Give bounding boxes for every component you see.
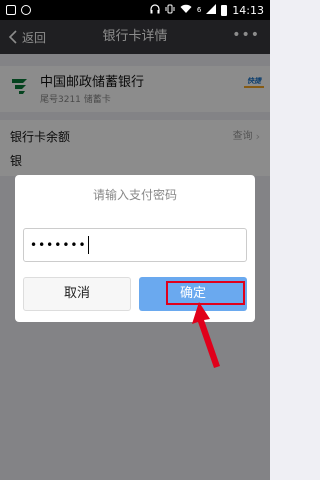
battery-icon	[221, 4, 228, 16]
network-type: 6	[196, 6, 202, 14]
clock: 14:13	[232, 3, 264, 17]
vibrate-icon	[165, 4, 175, 17]
text-caret	[87, 236, 89, 254]
password-input[interactable]: •••••••	[23, 228, 247, 262]
signal-icon	[206, 3, 217, 17]
status-bar: 6 14:13	[0, 0, 270, 20]
headphone-icon	[150, 3, 160, 17]
arrow-pointer-icon	[192, 302, 220, 368]
cancel-button[interactable]: 取消	[23, 277, 131, 311]
status-right: 6 14:13	[150, 3, 264, 17]
dialog-title: 请输入支付密码	[92, 188, 177, 202]
notification-icon	[6, 5, 16, 15]
app-status-icon	[21, 5, 31, 15]
wifi-icon	[180, 4, 192, 17]
status-left	[6, 5, 31, 15]
password-mask: •••••••	[30, 238, 87, 252]
